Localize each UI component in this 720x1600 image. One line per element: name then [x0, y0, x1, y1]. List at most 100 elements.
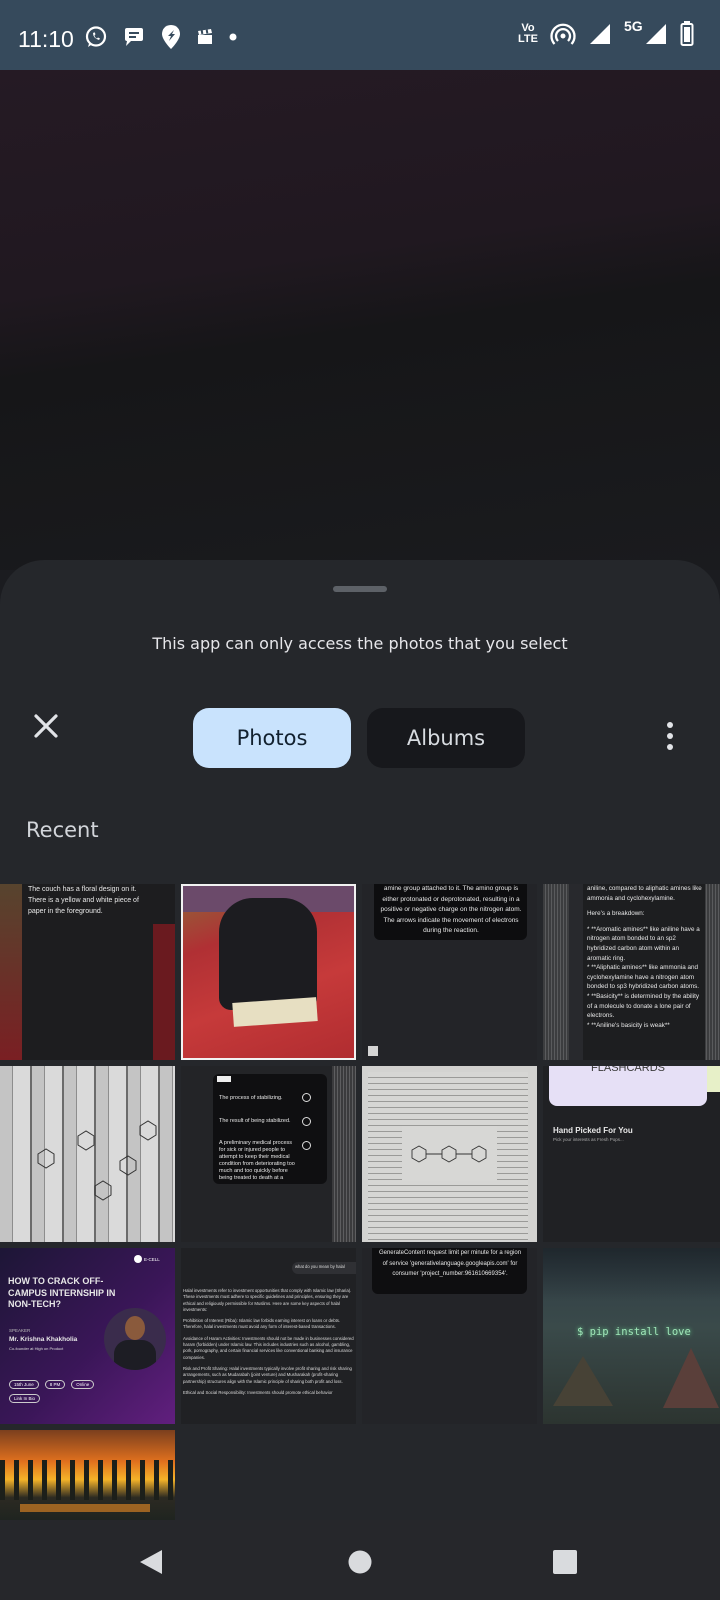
photo-thumbnail-13[interactable]: [0, 1430, 175, 1520]
thumb-border: [181, 884, 356, 1060]
photo-thumbnail-2[interactable]: [181, 884, 356, 1060]
speaker-label: SPEAKER: [9, 1328, 31, 1333]
menu-dot: [667, 744, 673, 750]
5g-bars-icon: [646, 24, 666, 44]
molecule-diagram: [402, 1126, 497, 1181]
system-icons: Vo LTE 5G: [518, 18, 694, 48]
terminal-text: $ pip install love: [577, 1326, 691, 1338]
thumb-edge-right: [332, 1066, 356, 1242]
notification-icons: [84, 24, 238, 50]
speaker-role: Co-founder at High on Product: [9, 1346, 64, 1351]
photo-thumbnail-4[interactable]: aniline, compared to aliphatic amines li…: [543, 884, 720, 1060]
photo-thumbnail-3[interactable]: amine group attached to it. The amino gr…: [362, 884, 537, 1060]
paragraph: Ethical and Social Responsibility: Inves…: [183, 1389, 333, 1395]
caption-text: aniline, compared to aliphatic amines li…: [587, 884, 703, 1060]
thumb-edge-left: [0, 884, 22, 1060]
photo-thumbnail-7[interactable]: [362, 1066, 537, 1242]
dot-icon: [229, 33, 237, 41]
chat-icon: [125, 28, 143, 46]
menu-dot: [667, 722, 673, 728]
status-bar: 11:10 Vo LTE 5G: [0, 0, 720, 70]
photo-thumbnail-1[interactable]: The couch has a floral design on it. The…: [0, 884, 175, 1060]
pill-mode: Online: [71, 1380, 95, 1389]
back-button[interactable]: [138, 1548, 164, 1580]
pill-date: 15th June: [9, 1380, 39, 1389]
battery-icon: [680, 21, 694, 46]
photo-thumbnail-8[interactable]: FLASHCARDS Hand Picked For You Pick your…: [543, 1066, 720, 1242]
paragraph: Prohibition of Interest (Riba): Islamic …: [183, 1318, 341, 1330]
line: * **Basicity** is determined by the abil…: [587, 992, 699, 1020]
tab-photos[interactable]: Photos: [193, 708, 351, 768]
home-icon: [348, 1550, 372, 1574]
line: aniline, compared to aliphatic amines li…: [587, 885, 702, 902]
flashcard-banner: FLASHCARDS: [549, 1066, 707, 1106]
quiz-option-1: The process of stabilizing.: [219, 1095, 283, 1101]
line: * **Aromatic amines** like aniline have …: [587, 925, 700, 962]
radio-button: [302, 1117, 311, 1126]
flashcard-label: FLASHCARDS: [591, 1066, 665, 1074]
small-square: [368, 1046, 378, 1056]
error-text: GenerateContent request limit per minute…: [378, 1250, 522, 1277]
speaker-head: [125, 1316, 145, 1340]
speaker-photo: [104, 1308, 166, 1370]
quiz-option-2: The result of being stabilized.: [219, 1118, 291, 1124]
close-icon: [34, 714, 58, 738]
photo-thumbnail-5[interactable]: [0, 1066, 175, 1242]
event-headline: HOW TO CRACK OFF-CAMPUS INTERNSHIP IN NO…: [8, 1276, 116, 1309]
thumb-edge-right: [153, 924, 175, 1060]
caption-text: The couch has a floral design on it. The…: [28, 886, 139, 915]
access-notice: This app can only access the photos that…: [152, 634, 568, 653]
thumb-edge-left: [543, 884, 569, 1060]
whatsapp-icon: [85, 26, 107, 47]
more-options-button[interactable]: [664, 722, 676, 754]
signal-icon: [590, 24, 610, 44]
photo-thumbnail-12[interactable]: $ pip install love: [543, 1248, 720, 1424]
5g-signal-icon: 5G: [624, 18, 668, 48]
hotspot-icon: [550, 23, 576, 45]
speaker-name: Mr. Krishna Khakholia: [9, 1336, 78, 1343]
quiz-header: [217, 1076, 231, 1082]
recents-icon: [553, 1550, 577, 1574]
molecule-diagram: [37, 1120, 157, 1201]
photo-thumbnail-9[interactable]: E-CELL HOW TO CRACK OFF-CAMPUS INTERNSHI…: [0, 1248, 175, 1424]
brand-label: E-CELL: [144, 1256, 160, 1262]
tree-silhouette: [0, 1460, 175, 1500]
5g-label: 5G: [624, 18, 643, 34]
thumb-edge-right: [704, 884, 720, 1060]
line: Here's a breakdown:: [587, 910, 645, 918]
response-text: Halal investments refer to investment op…: [183, 1288, 355, 1422]
event-pills: 15th June 8 PM Online: [9, 1380, 95, 1389]
quiz-option-3: A preliminary medical process for sick o…: [219, 1140, 295, 1181]
section-title-recent: Recent: [26, 818, 99, 842]
background-photo: [0, 70, 720, 570]
line: * **Aliphatic amines** like ammonia and …: [587, 964, 700, 991]
location-pin-icon: [162, 25, 180, 49]
speaker-body: [114, 1340, 156, 1370]
back-icon: [140, 1550, 162, 1574]
paragraph: Halal investments refer to investment op…: [183, 1288, 352, 1312]
clapperboard-icon: [198, 29, 212, 44]
card-title: Hand Picked For You: [553, 1126, 633, 1135]
photo-thumbnail-11[interactable]: GenerateContent request limit per minute…: [362, 1248, 537, 1424]
navigation-bar: [0, 1520, 720, 1600]
tab-albums[interactable]: Albums: [367, 708, 525, 768]
radio-button: [302, 1141, 311, 1150]
chat-prompt: what do you mean by halal: [295, 1264, 345, 1269]
card-subtitle: Pick your interests as Fresh Pops...: [553, 1137, 624, 1142]
photo-thumbnail-10[interactable]: what do you mean by halal Halal investme…: [181, 1248, 356, 1424]
drag-handle[interactable]: [333, 586, 387, 592]
line: * **Aniline's basicity is weak**: [587, 1021, 670, 1029]
paragraph: Avoidance of Haram Activities: Investmen…: [183, 1335, 354, 1360]
ecell-logo: E-CELL: [134, 1254, 170, 1264]
logo-mark: [134, 1255, 142, 1263]
caption-text: amine group attached to it. The amino gr…: [380, 885, 522, 934]
recents-button[interactable]: [553, 1550, 577, 1578]
home-button[interactable]: [348, 1550, 372, 1578]
pill-link: Link In Bio: [9, 1394, 41, 1403]
photo-thumbnail-6[interactable]: The process of stabilizing. The result o…: [181, 1066, 356, 1242]
clock: 11:10: [18, 26, 74, 52]
volte-icon: Vo LTE: [518, 23, 538, 45]
close-button[interactable]: [30, 710, 62, 742]
paragraph: Risk and Profit Sharing: Halal investmen…: [183, 1365, 352, 1384]
menu-dot: [667, 733, 673, 739]
